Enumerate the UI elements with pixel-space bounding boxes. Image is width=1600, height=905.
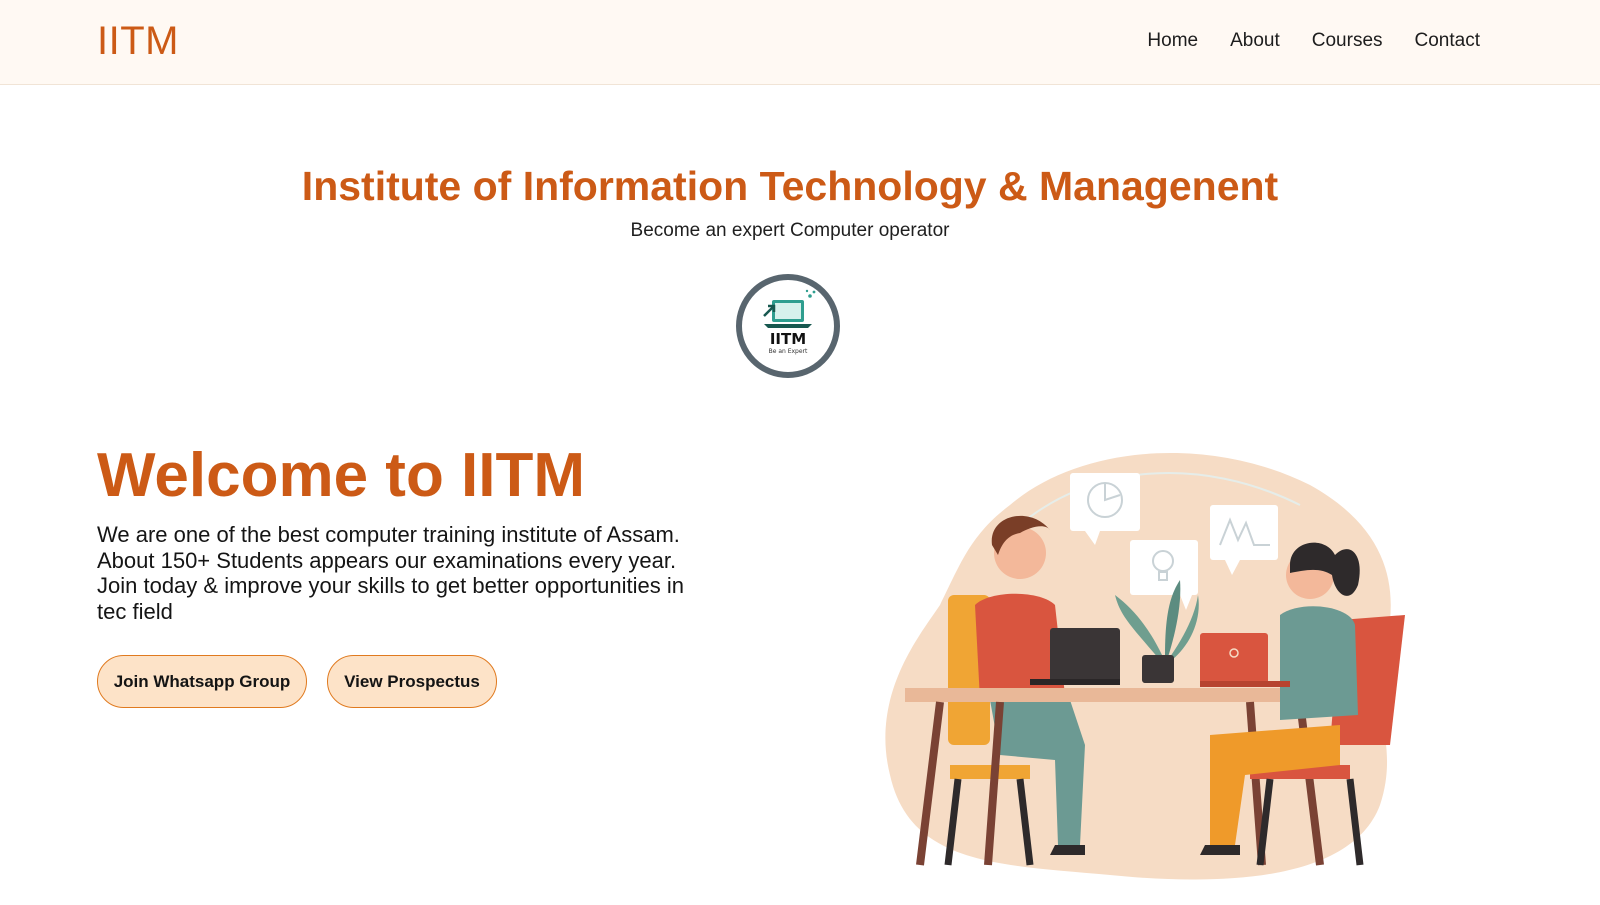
logo-tagline: Be an Expert: [769, 348, 808, 355]
view-prospectus-button[interactable]: View Prospectus: [327, 655, 497, 708]
welcome-heading: Welcome to IITM: [97, 441, 586, 510]
nav-contact-link[interactable]: Contact: [1415, 30, 1480, 52]
brand-logo-link[interactable]: IITM: [97, 19, 179, 64]
institute-subtitle: Become an expert Computer operator: [630, 220, 950, 241]
intro-line: Join today & improve your skills to get …: [97, 573, 684, 598]
intro-text: We are one of the best computer training…: [97, 522, 737, 624]
nav-home-link[interactable]: Home: [1147, 30, 1198, 52]
logo-text: IITM: [770, 330, 806, 348]
institute-title: Institute of Information Technology & Ma…: [301, 163, 1279, 209]
nav-links: Home About Courses Contact: [1115, 30, 1480, 52]
nav-courses-link[interactable]: Courses: [1312, 30, 1383, 52]
hero-illustration: [880, 445, 1440, 900]
navbar: IITM Home About Courses Contact: [0, 0, 1600, 85]
intro-line: About 150+ Students appears our examinat…: [97, 547, 677, 573]
intro-line: We are one of the best computer training…: [97, 522, 680, 547]
nav-about-link[interactable]: About: [1230, 30, 1280, 52]
intro-line: tec field: [97, 598, 173, 624]
institute-logo: IITM Be an Expert: [734, 272, 842, 380]
join-whatsapp-button[interactable]: Join Whatsapp Group: [97, 655, 307, 708]
